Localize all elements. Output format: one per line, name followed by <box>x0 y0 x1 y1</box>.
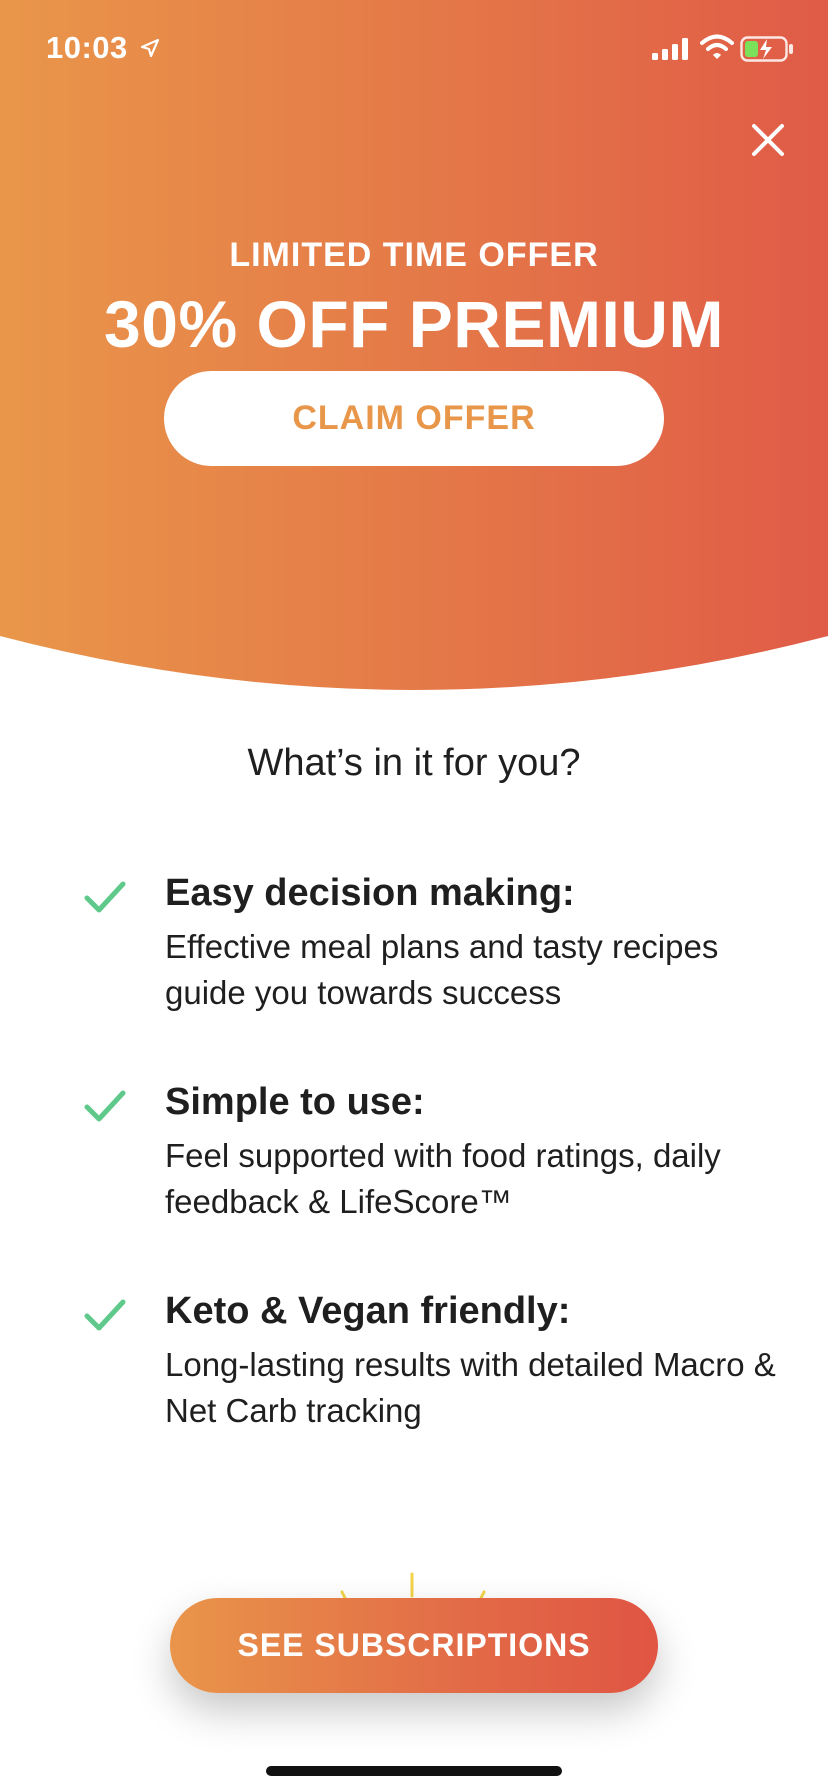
claim-offer-button[interactable]: CLAIM OFFER <box>164 371 664 466</box>
location-arrow-icon <box>140 38 160 58</box>
offer-title: 30% OFF PREMIUM <box>104 287 724 361</box>
benefits-heading: What’s in it for you? <box>247 742 581 784</box>
battery-charging-icon <box>740 36 793 62</box>
check-icon <box>84 1090 126 1122</box>
benefit-title: Simple to use: <box>165 1081 425 1123</box>
status-time: 10:03 <box>46 30 128 65</box>
cellular-signal-icon <box>652 38 688 60</box>
close-icon <box>752 124 784 156</box>
benefit-title: Easy decision making: <box>165 872 575 914</box>
wifi-icon <box>700 34 734 59</box>
offer-kicker: LIMITED TIME OFFER <box>229 236 599 274</box>
status-bar: 10:03 <box>0 0 828 100</box>
check-icon <box>84 881 126 913</box>
premium-offer-screen: 10:03 LIMITED TIME OFFER 30% OFF PREMIUM… <box>0 0 828 1792</box>
close-button[interactable] <box>744 116 792 164</box>
benefit-description: Effective meal plans and tasty recipes g… <box>165 928 719 1011</box>
benefit-description: Long-lasting results with detailed Macro… <box>165 1346 776 1429</box>
benefit-title: Keto & Vegan friendly: <box>165 1290 571 1332</box>
home-indicator[interactable] <box>266 1766 562 1776</box>
see-subscriptions-button[interactable]: SEE SUBSCRIPTIONS <box>170 1598 658 1693</box>
check-icon <box>84 1299 126 1331</box>
benefit-description: Feel supported with food ratings, daily … <box>165 1137 721 1220</box>
